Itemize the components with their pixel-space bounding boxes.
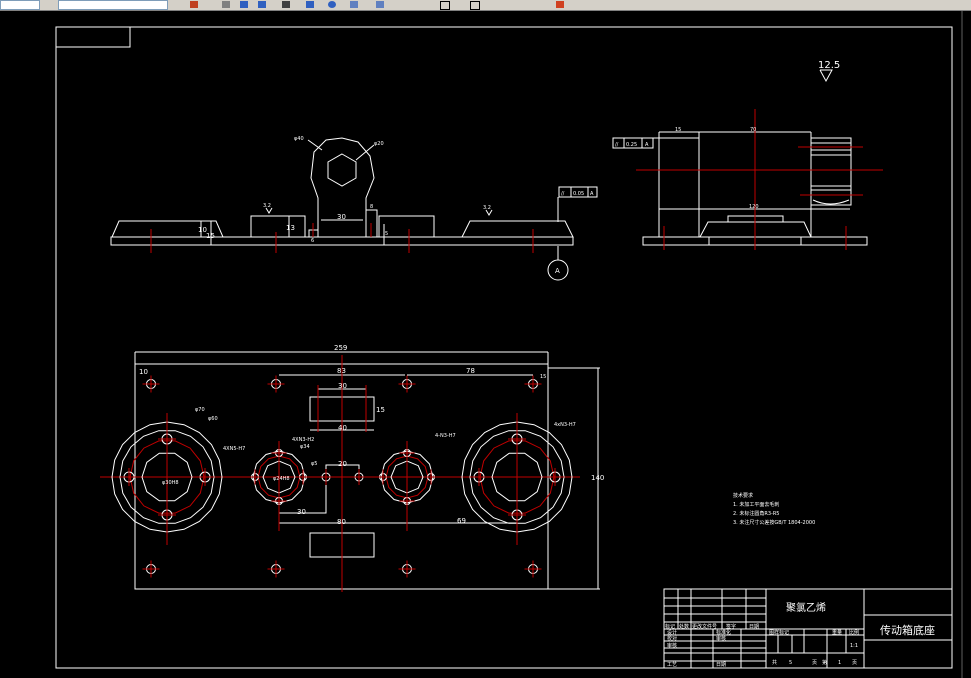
dim-dia20: φ20 <box>374 141 384 147</box>
dim-5: 5 <box>385 231 388 237</box>
paint-icon[interactable] <box>556 1 564 8</box>
fcf-datum: A <box>590 191 594 197</box>
dim-69: 69 <box>457 517 466 525</box>
top-view <box>100 351 600 592</box>
material-name: 聚氯乙烯 <box>786 601 826 614</box>
layer-icon[interactable] <box>190 1 198 8</box>
row-date: 日期 <box>716 662 726 668</box>
dim-70: 70 <box>750 127 756 133</box>
header-sign: 签字 <box>726 623 736 630</box>
page-label: 第 <box>822 659 827 666</box>
layers-icon[interactable] <box>258 1 266 8</box>
drawing-border <box>55 26 953 669</box>
layer-combo[interactable] <box>0 0 40 10</box>
rect2-icon[interactable] <box>470 1 480 10</box>
holes-callout: 4xN3-H7 <box>554 422 576 428</box>
dim-78: 78 <box>466 367 475 375</box>
row-review: 审核 <box>716 635 726 642</box>
dim-8: 8 <box>370 204 373 210</box>
dim-dia5: φ5 <box>311 461 317 467</box>
refresh-icon[interactable] <box>328 1 336 8</box>
fcf-symbol: // <box>615 142 619 148</box>
match-icon[interactable] <box>240 1 248 8</box>
dim-30: 30 <box>337 213 346 221</box>
dim-10: 10 <box>139 368 148 376</box>
datum-label: A <box>555 267 560 275</box>
header-date: 日期 <box>749 624 759 630</box>
side-view <box>612 69 883 250</box>
row-standard: 标准化 <box>716 629 731 636</box>
dim-259: 259 <box>334 344 347 352</box>
dim-30: 30 <box>338 382 347 390</box>
dim-15: 15 <box>206 232 215 240</box>
copy-icon[interactable] <box>282 1 290 8</box>
tech-requirement-item: 3. 未注尺寸公差按GB/T 1804-2000 <box>733 519 815 526</box>
scale-value: 1:1 <box>850 643 858 649</box>
fcf-value: 0.25 <box>626 142 637 148</box>
dim-83: 83 <box>337 367 346 375</box>
roughness-label: 3.2 <box>483 205 491 211</box>
dim-dia34: φ34 <box>300 444 310 450</box>
dim-15: 15 <box>675 127 681 133</box>
total-label: 共 <box>772 659 777 666</box>
grid-icon[interactable] <box>350 1 358 8</box>
fcf-symbol: // <box>561 191 565 197</box>
dim-140: 140 <box>591 474 604 482</box>
roughness-label: 3.2 <box>263 203 271 209</box>
header-doc: 更改文件号 <box>692 623 717 630</box>
page-unit: 页 <box>812 660 817 666</box>
dim-15: 15 <box>376 406 385 414</box>
dropdown-icon[interactable] <box>306 1 314 8</box>
roughness-12-5: 12.5 <box>818 60 840 71</box>
tech-requirement-item: 2. 未标注圆角R3-R5 <box>733 510 779 517</box>
row-check: 校对 <box>667 635 677 642</box>
layer-name-combo[interactable] <box>58 0 168 10</box>
dim-20: 20 <box>338 460 347 468</box>
front-view <box>110 137 598 281</box>
dim-dia40: φ40 <box>294 136 304 142</box>
part-name: 传动箱底座 <box>880 623 935 637</box>
tech-requirements-title: 技术要求 <box>733 492 753 499</box>
dim-dia70: φ70 <box>195 407 205 413</box>
header-mark: 标记 <box>665 623 675 630</box>
scale-label: 比例 <box>849 629 859 636</box>
fcf-value: 0.05 <box>573 191 584 197</box>
table-icon[interactable] <box>376 1 384 8</box>
dim-30: 30 <box>297 508 306 516</box>
row-process: 工艺 <box>667 662 677 668</box>
dim-40: 40 <box>338 424 347 432</box>
holes-callout: 4XN5-H7 <box>223 446 245 452</box>
dim-dia24h8: φ24H8 <box>273 476 290 482</box>
dim-80: 80 <box>337 518 346 526</box>
toolbar <box>0 0 971 11</box>
dim-6: 6 <box>311 238 314 244</box>
header-count: 处数 <box>679 623 689 630</box>
page-number: 1 <box>838 660 841 666</box>
tech-requirement-item: 1. 未加工平面去毛刺 <box>733 501 779 508</box>
total-pages: 5 <box>789 660 792 666</box>
corner-box <box>55 26 131 48</box>
weight-label: 重量 <box>832 629 842 636</box>
holes-callout: 4XN3-H2 <box>292 437 314 443</box>
page-unit: 页 <box>852 660 857 666</box>
rectangle-icon[interactable] <box>440 1 450 10</box>
drawing-canvas[interactable]: φ40 φ20 3.2 3.2 30 8 13 10 15 5 6 // 0.0… <box>0 11 971 678</box>
dim-120: 120 <box>749 204 759 210</box>
dim-dia30h8: φ30H8 <box>162 480 179 486</box>
dim-13: 13 <box>286 224 295 232</box>
dim-15: 15 <box>540 374 546 380</box>
dim-dia60: φ60 <box>208 416 218 422</box>
row-design: 设计 <box>667 629 677 636</box>
row-audit: 审核 <box>667 642 677 649</box>
properties-icon[interactable] <box>222 1 230 8</box>
fcf-datum: A <box>645 142 649 148</box>
drawing-mark-label: 图样标记 <box>769 629 789 636</box>
holes-callout: 4-N3-H7 <box>435 433 456 439</box>
